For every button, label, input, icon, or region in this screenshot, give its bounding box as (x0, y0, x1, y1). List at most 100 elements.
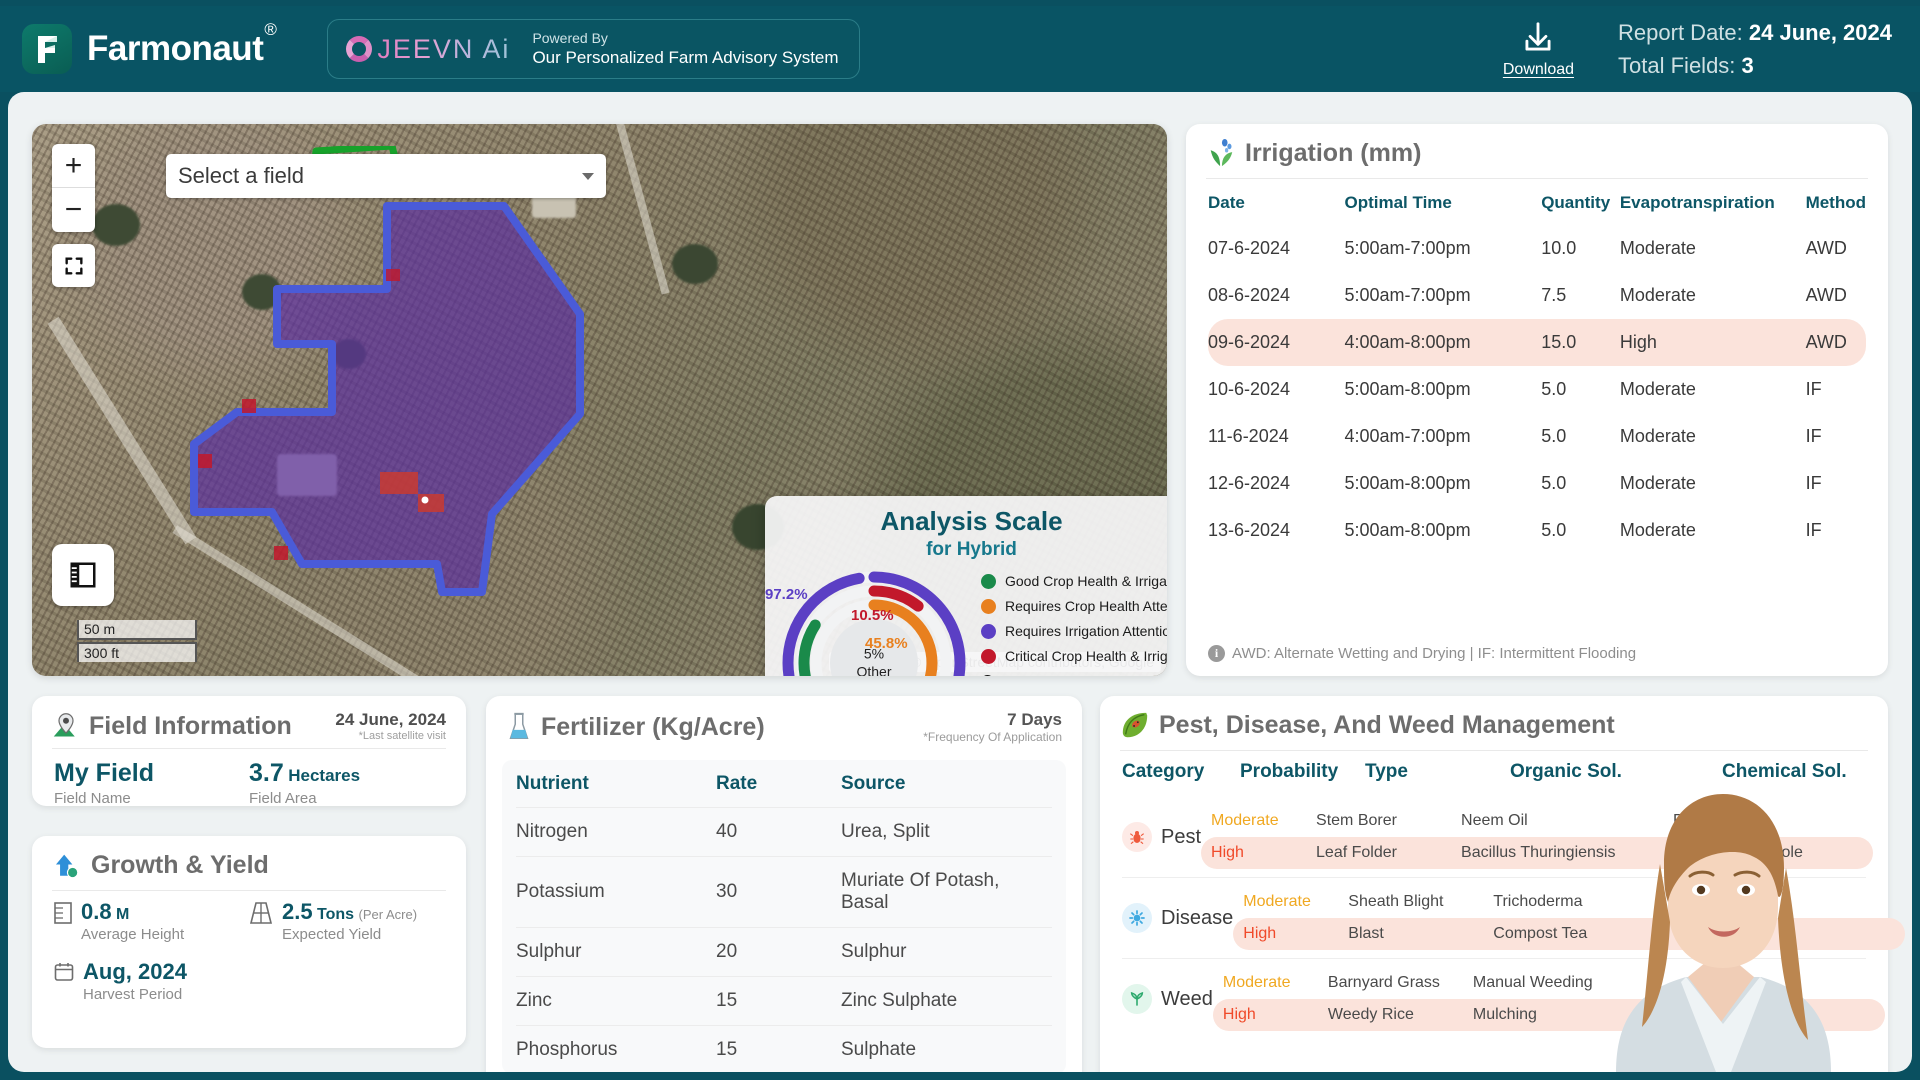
cell-quantity: 5.0 (1541, 426, 1567, 446)
expected-yield-value: 2.5 (282, 899, 313, 924)
calendar-icon (54, 962, 74, 1003)
cell-rate: 20 (716, 927, 841, 977)
growth-arrow-icon (53, 852, 79, 879)
field-area-line: 3.7 Hectares (249, 759, 444, 788)
field-information-card: Field Information 24 June, 2024 *Last sa… (32, 696, 466, 807)
growth-yield-title: Growth & Yield (91, 850, 269, 879)
table-row[interactable]: 13-6-2024 5:00am-8:00pm 5.0 Moderate IF (1208, 507, 1866, 554)
field-boundary-polygon[interactable] (182, 194, 632, 619)
fertilizer-table-body: Nitrogen 40 Urea, Split Potassium 30 Muriate … (516, 807, 1052, 1072)
pest-category-label: Weed (1161, 987, 1213, 1010)
table-row[interactable]: 11-6-2024 4:00am-7:00pm 5.0 Moderate IF (1208, 413, 1866, 460)
total-fields-label: Total Fields: (1618, 53, 1736, 78)
cell-evapotranspiration: Moderate (1619, 238, 1696, 258)
map-scalebar: 50 m 300 ft (77, 620, 197, 664)
pest-category-rows: Moderate Sheath Blight Trichoderma H High Bla… (1233, 886, 1906, 950)
map-zoom-controls[interactable]: + − (52, 144, 95, 232)
col-type: Type (1365, 761, 1408, 782)
height-ruler-icon (54, 902, 72, 943)
growth-yield-row: 0.8 M Average Height 2.5 Tons (Per Acre)… (54, 899, 444, 943)
field-information-date: 24 June, 2024 (335, 710, 446, 729)
irrigation-table-wrap: Date Optimal Time Quantity Evapotranspir… (1186, 179, 1888, 554)
layers-button[interactable] (52, 544, 114, 606)
field-area-block: 3.7 Hectares Field Area (249, 759, 444, 807)
field-information-title: Field Information (89, 711, 292, 740)
fullscreen-button[interactable] (52, 244, 95, 287)
download-icon (1525, 22, 1551, 51)
cell-optimal-time: 5:00am-8:00pm (1344, 520, 1471, 540)
table-row[interactable]: Moderate Stem Borer Neem Oil Fipronil (1201, 805, 1873, 837)
table-row[interactable]: High Leaf Folder Bacillus Thuringiensis Chl… (1201, 837, 1874, 869)
scalebar-imperial: 300 ft (77, 642, 197, 662)
scalebar-metric: 50 m (77, 620, 197, 640)
legend-dot-other (981, 674, 994, 676)
field-area-unit: Hectares (288, 766, 361, 785)
table-row[interactable]: High Weedy Rice Mulching (1212, 999, 1885, 1031)
table-row[interactable]: 12-6-2024 5:00am-8:00pm 5.0 Moderate IF (1208, 460, 1866, 507)
table-row[interactable]: 10-6-2024 5:00am-8:00pm 5.0 Moderate IF (1208, 366, 1866, 413)
cell-method: AWD (1805, 285, 1847, 305)
cell-source: Sulphur (841, 927, 1052, 977)
average-height-value: 0.8 (81, 899, 112, 924)
irrigation-title: Irrigation (mm) (1245, 138, 1422, 167)
legend-label: Good Crop Health & Irrigation (1005, 573, 1167, 589)
app-header: Farmonaut® JEEVN Ai Powered By Our Perso… (0, 6, 1920, 92)
advisory-system-label: Our Personalized Farm Advisory System (532, 48, 839, 68)
col-quantity: Quantity (1541, 193, 1611, 212)
analysis-scale-title: Analysis Scale (880, 506, 1063, 536)
irrigation-footnote: i AWD: Alternate Wetting and Drying | IF… (1208, 645, 1636, 662)
pest-category-group: Disease Moderate Sheath Blight Trichoderma H… (1122, 877, 1906, 958)
cell-probability: High (1222, 1006, 1256, 1023)
cell-quantity: 10.0 (1541, 238, 1577, 258)
average-height-label: Average Height (81, 926, 185, 943)
cell-optimal-time: 5:00am-7:00pm (1344, 238, 1471, 258)
field-area-label: Field Area (249, 790, 317, 807)
cell-organic-solution: Bacillus Thuringiensis (1461, 844, 1616, 861)
table-row[interactable]: Zinc 15 Zinc Sulphate (516, 976, 1052, 1026)
table-row[interactable]: 08-6-2024 5:00am-7:00pm 7.5 Moderate AWD (1208, 272, 1866, 319)
report-date-label: Report Date: (1618, 20, 1743, 45)
table-row[interactable]: Moderate Barnyard Grass Manual Weeding (1213, 967, 1885, 999)
farmonaut-logo-icon (22, 24, 72, 74)
table-header-row: Nutrient Rate Source (516, 760, 1052, 808)
disease-icon (1122, 903, 1152, 933)
table-row[interactable]: 09-6-2024 4:00am-8:00pm 15.0 High AWD (1208, 319, 1866, 366)
cell-date: 07-6-2024 (1208, 238, 1291, 258)
zoom-out-button[interactable]: − (52, 188, 95, 232)
total-fields-value: 3 (1741, 53, 1754, 78)
cell-method: AWD (1805, 319, 1866, 366)
download-button[interactable]: Download (1503, 19, 1574, 79)
table-row[interactable]: High Blast Compost Tea (1233, 918, 1906, 950)
cell-optimal-time: 5:00am-8:00pm (1344, 473, 1471, 493)
table-row[interactable]: Phosphorus 15 Sulphate (516, 1025, 1052, 1072)
analysis-scale-panel: Analysis Scale for Hybrid 5% Other 97.2%… (765, 496, 1167, 676)
cell-type: Leaf Folder (1316, 844, 1397, 861)
growth-yield-header: Growth & Yield (32, 836, 466, 890)
table-row[interactable]: Sulphur 20 Sulphur (516, 927, 1052, 977)
cell-nutrient: Zinc (516, 976, 716, 1026)
field-name-value: My Field (54, 759, 155, 787)
expected-yield-label: Expected Yield (282, 926, 382, 943)
expected-yield-content: 2.5 Tons (Per Acre) Expected Yield (282, 899, 417, 943)
col-nutrient: Nutrient (516, 773, 589, 794)
cell-rate: 15 (716, 976, 841, 1026)
table-row[interactable]: Moderate Sheath Blight Trichoderma H (1233, 886, 1905, 918)
cell-quantity: 5.0 (1541, 379, 1567, 399)
sprout-drops-icon (1210, 138, 1233, 167)
zoom-in-button[interactable]: + (52, 144, 95, 188)
jeevn-ai-badge[interactable]: JEEVN Ai Powered By Our Personalized Far… (327, 19, 860, 79)
total-fields-row: Total Fields: 3 (1618, 49, 1892, 82)
cell-probability: High (1243, 925, 1277, 942)
cell-type: Weedy Rice (1327, 1006, 1414, 1023)
jeevn-logo: JEEVN Ai (346, 34, 510, 65)
field-select-dropdown[interactable]: Select a field (166, 154, 606, 198)
table-row[interactable]: 07-6-2024 5:00am-7:00pm 10.0 Moderate AWD (1208, 225, 1866, 272)
table-row[interactable]: Potassium 30 Muriate Of Potash, Basal (516, 856, 1052, 928)
analysis-scale-subtitle: for Hybrid (926, 539, 1017, 560)
field-area-value: 3.7 (249, 759, 284, 787)
table-row[interactable]: Nitrogen 40 Urea, Split (516, 807, 1052, 857)
map-card[interactable]: + − Select a field 50 m 300 ft Analysis … (32, 124, 1167, 676)
col-optimal-time: Optimal Time (1344, 193, 1452, 212)
expected-yield-block: 2.5 Tons (Per Acre) Expected Yield (249, 899, 444, 943)
leaf-bug-icon (1122, 712, 1148, 738)
